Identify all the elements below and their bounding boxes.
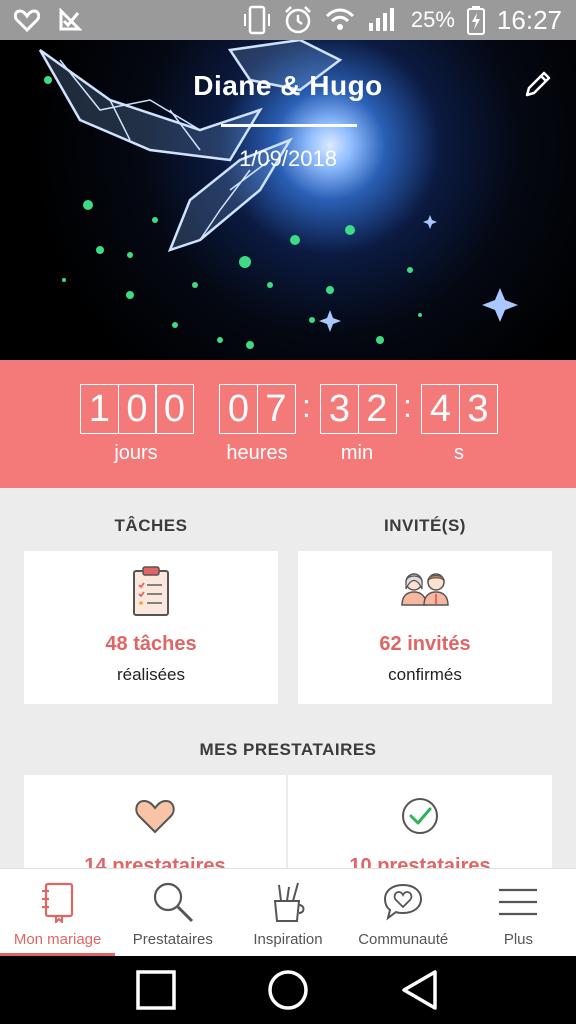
- nav-communaute[interactable]: Communauté: [346, 869, 461, 956]
- minutes-digit: 3: [320, 384, 359, 434]
- couple-names: Diane & Hugo: [193, 70, 383, 101]
- colon-separator: :: [403, 388, 412, 424]
- alarm-icon: [283, 5, 313, 35]
- clipboard-icon: [133, 566, 169, 616]
- vendors-booked-count: 10 prestataires: [349, 855, 491, 868]
- battery-charging-icon: [466, 5, 485, 35]
- seconds-digit: 3: [458, 384, 498, 434]
- title-divider: [221, 124, 357, 127]
- phone-vibrate-icon: [243, 5, 271, 35]
- days-digit: 0: [155, 384, 194, 434]
- hero-banner: Diane & Hugo 1/09/2018: [0, 40, 576, 360]
- check-flag-icon: [58, 8, 82, 32]
- heart-icon: [135, 799, 175, 834]
- system-navigation-bar: [0, 956, 576, 1024]
- chat-heart-icon: [384, 883, 423, 921]
- countdown-days: 1 0 0: [80, 384, 194, 434]
- vendors-favorites-card[interactable]: 14 prestataires: [24, 775, 286, 868]
- seconds-digit: 4: [421, 384, 460, 434]
- nav-label: Inspiration: [253, 931, 323, 948]
- clock: 16:27: [496, 4, 562, 35]
- heart-outline-icon: [14, 8, 40, 32]
- battery-percent: 25%: [410, 7, 455, 32]
- nav-plus[interactable]: Plus: [461, 869, 576, 956]
- status-bar: 25% 16:27: [0, 0, 576, 40]
- countdown-panel: 1 0 0 0 7 : 3 2 : 4 3 jours heures min s: [0, 360, 576, 488]
- days-label: jours: [114, 442, 158, 464]
- nav-label: Communauté: [358, 931, 449, 948]
- seconds-label: s: [454, 442, 464, 464]
- nav-label: Plus: [503, 931, 533, 948]
- check-circle-icon: [402, 798, 438, 834]
- guests-caption: confirmés: [388, 665, 462, 684]
- nav-label: Prestataires: [132, 931, 213, 948]
- days-digit: 0: [117, 384, 157, 434]
- notebook-icon: [41, 882, 73, 923]
- menu-icon: [499, 888, 538, 916]
- guests-count: 62 invités: [379, 633, 471, 655]
- countdown-minutes: 3 2: [320, 384, 397, 434]
- signal-icon: [367, 7, 399, 33]
- tasks-count: 48 tâches: [105, 633, 197, 655]
- vendors-title: MES PRESTATAIRES: [199, 740, 377, 759]
- tasks-title: TÂCHES: [114, 516, 188, 535]
- pencil-icon: [525, 71, 551, 97]
- tasks-caption: réalisées: [116, 665, 186, 684]
- tasks-card[interactable]: 48 tâches réalisées: [24, 551, 278, 704]
- guests-title: INVITÉ(S): [384, 516, 466, 535]
- countdown-seconds: 4 3: [421, 384, 498, 434]
- nav-mon-mariage[interactable]: Mon mariage: [0, 869, 116, 956]
- bottom-navigation: Mon mariage Prestataires Inspiration Com…: [0, 868, 576, 956]
- vendors-booked-card[interactable]: 10 prestataires: [288, 775, 552, 868]
- guests-card[interactable]: 62 invités confirmés: [298, 551, 552, 704]
- hours-digit: 0: [219, 384, 258, 434]
- couple-icon: [401, 573, 449, 606]
- hours-digit: 7: [256, 384, 296, 434]
- minutes-digit: 2: [357, 384, 397, 434]
- wifi-icon: [325, 8, 355, 32]
- brush-cup-icon: [273, 882, 305, 922]
- recent-apps-icon[interactable]: [135, 970, 176, 1010]
- countdown-hours: 0 7: [219, 384, 296, 434]
- nav-prestataires[interactable]: Prestataires: [115, 869, 230, 956]
- home-icon[interactable]: [267, 969, 309, 1011]
- nav-inspiration[interactable]: Inspiration: [230, 869, 345, 956]
- hours-label: heures: [226, 442, 288, 464]
- minutes-label: min: [340, 442, 374, 464]
- edit-button[interactable]: [522, 68, 554, 100]
- back-icon[interactable]: [400, 969, 440, 1011]
- days-digit: 1: [80, 384, 119, 434]
- wedding-date: 1/09/2018: [239, 146, 337, 171]
- colon-separator: :: [302, 388, 311, 424]
- search-icon: [153, 882, 193, 923]
- vendors-favorites-count: 14 prestataires: [84, 855, 226, 868]
- nav-label: Mon mariage: [13, 931, 102, 948]
